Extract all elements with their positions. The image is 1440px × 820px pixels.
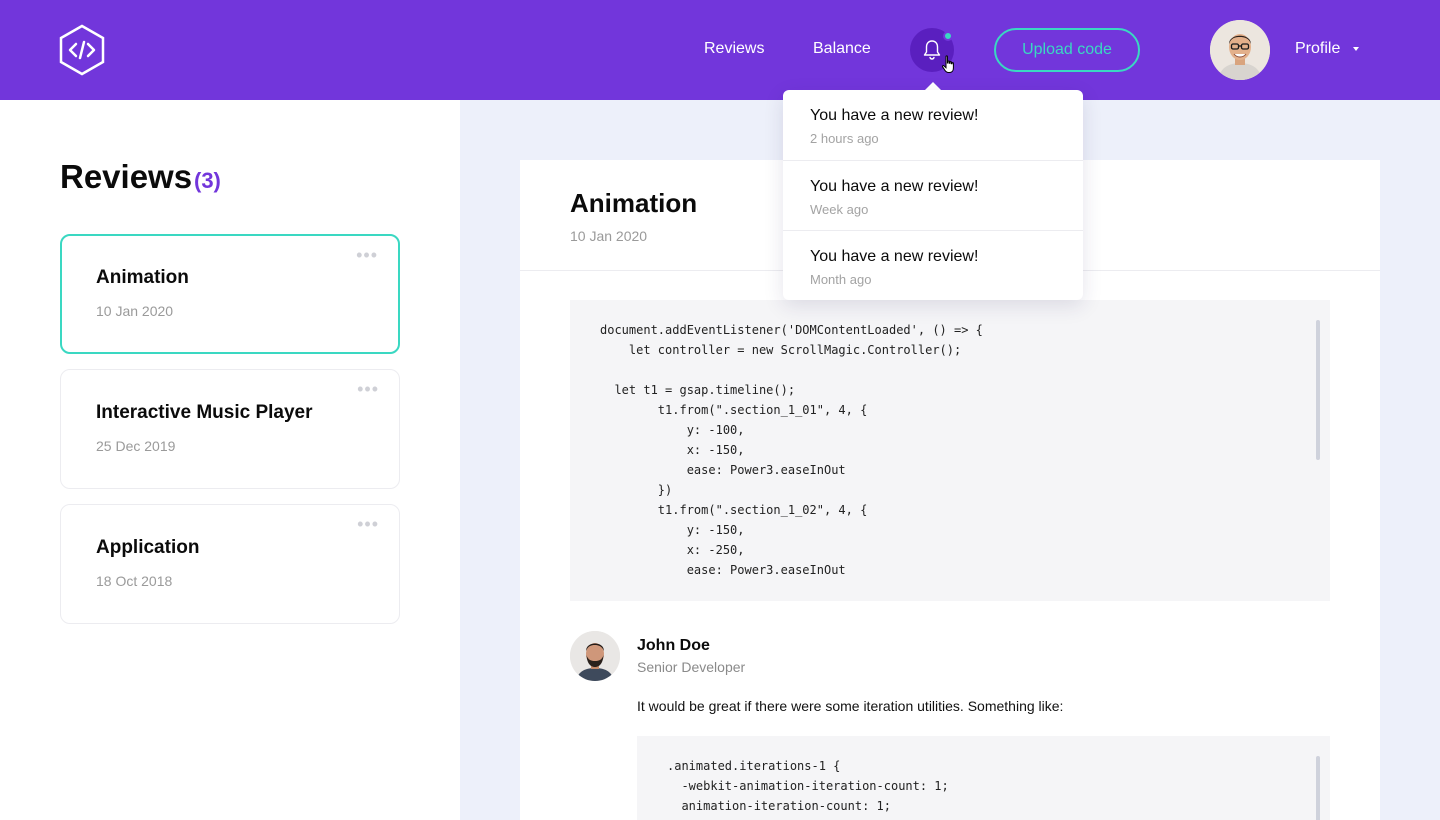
notification-title: You have a new review! bbox=[810, 178, 979, 195]
caret-down-icon[interactable] bbox=[1353, 47, 1359, 51]
notification-item[interactable]: You have a new review! Week ago bbox=[783, 160, 1083, 230]
review-card-title: Animation bbox=[96, 267, 189, 288]
review-card-date: 25 Dec 2019 bbox=[96, 438, 176, 454]
more-options-icon[interactable]: ••• bbox=[357, 515, 379, 533]
code-block[interactable]: document.addEventListener('DOMContentLoa… bbox=[570, 300, 1330, 601]
review-title: Animation bbox=[570, 188, 698, 218]
notification-title: You have a new review! bbox=[810, 248, 979, 265]
comment-code-content: .animated.iterations-1 { -webkit-animati… bbox=[667, 759, 949, 813]
notification-time: Week ago bbox=[810, 202, 869, 217]
more-options-icon[interactable]: ••• bbox=[357, 380, 379, 398]
review-card-title: Application bbox=[96, 537, 200, 558]
review-date: 10 Jan 2020 bbox=[570, 228, 648, 244]
avatar-portrait bbox=[1210, 20, 1270, 80]
comment-text: It would be great if there were some ite… bbox=[637, 698, 1064, 714]
notifications-dropdown: You have a new review! 2 hours ago You h… bbox=[783, 90, 1083, 300]
code-content: document.addEventListener('DOMContentLoa… bbox=[600, 323, 983, 577]
review-card-date: 18 Oct 2018 bbox=[96, 573, 173, 589]
review-card[interactable]: Application 18 Oct 2018 ••• bbox=[60, 504, 400, 624]
nav-reviews-link[interactable]: Reviews bbox=[704, 40, 764, 58]
more-options-icon[interactable]: ••• bbox=[356, 246, 378, 264]
nav-balance-link[interactable]: Balance bbox=[813, 40, 871, 58]
comment-code-block[interactable]: .animated.iterations-1 { -webkit-animati… bbox=[637, 736, 1330, 820]
dropdown-arrow bbox=[925, 82, 941, 90]
notification-badge bbox=[943, 31, 953, 41]
notification-time: Month ago bbox=[810, 272, 872, 287]
code-scrollbar[interactable] bbox=[1316, 320, 1320, 460]
review-card-date: 10 Jan 2020 bbox=[96, 303, 174, 319]
hand-cursor-icon bbox=[941, 55, 954, 73]
user-avatar[interactable] bbox=[1210, 20, 1270, 80]
bell-icon bbox=[923, 40, 941, 60]
commenter-name: John Doe bbox=[637, 637, 710, 654]
commenter-avatar bbox=[570, 631, 620, 681]
review-card[interactable]: Interactive Music Player 25 Dec 2019 ••• bbox=[60, 369, 400, 489]
comment-code-scrollbar[interactable] bbox=[1316, 756, 1320, 820]
upload-code-button[interactable]: Upload code bbox=[994, 28, 1140, 72]
review-card[interactable]: Animation 10 Jan 2020 ••• bbox=[60, 234, 400, 354]
top-bar: Reviews Balance Upload code Profile bbox=[0, 0, 1440, 100]
notification-item[interactable]: You have a new review! Month ago bbox=[783, 230, 1083, 300]
notification-title: You have a new review! bbox=[810, 107, 979, 124]
code-logo-icon[interactable] bbox=[58, 24, 106, 76]
notification-item[interactable]: You have a new review! 2 hours ago bbox=[783, 90, 1083, 160]
commenter-role: Senior Developer bbox=[637, 659, 746, 675]
notification-time: 2 hours ago bbox=[810, 131, 879, 146]
page-title: Reviews bbox=[60, 158, 193, 195]
reviews-count: (3) bbox=[194, 168, 221, 193]
profile-menu-link[interactable]: Profile bbox=[1295, 40, 1340, 58]
review-card-title: Interactive Music Player bbox=[96, 402, 313, 423]
commenter-portrait bbox=[570, 631, 620, 681]
